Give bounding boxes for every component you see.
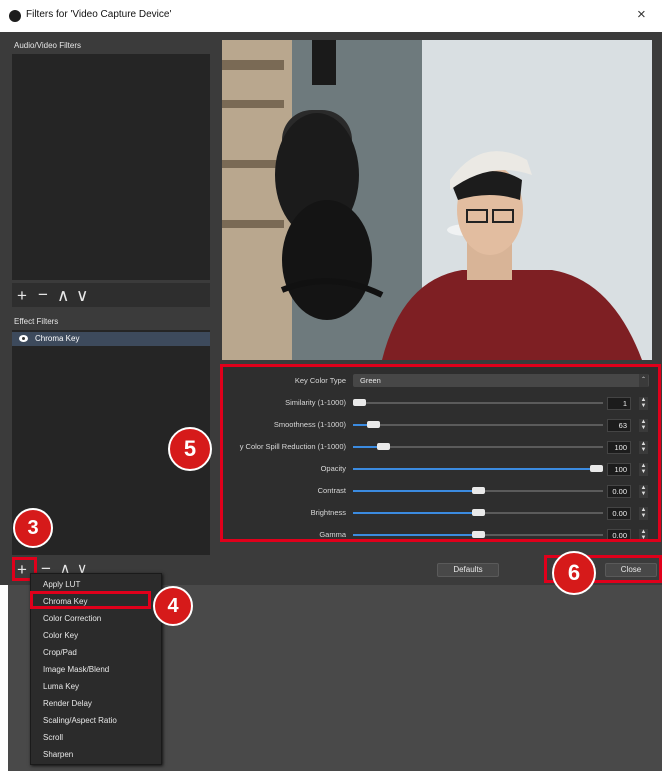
menu-item-crop-pad[interactable]: Crop/Pad: [43, 648, 77, 657]
menu-item-sharpen[interactable]: Sharpen: [43, 750, 73, 759]
menu-item-apply-lut[interactable]: Apply LUT: [43, 580, 80, 589]
webcam-preview-image: [222, 40, 652, 360]
av-filters-label: Audio/Video Filters: [14, 41, 81, 50]
av-remove-icon[interactable]: −: [38, 286, 48, 303]
annotation-badge-3: 3: [13, 508, 53, 548]
menu-item-color-key[interactable]: Color Key: [43, 631, 78, 640]
menu-item-scroll[interactable]: Scroll: [43, 733, 63, 742]
window-close-icon[interactable]: ×: [637, 6, 646, 23]
av-filters-list[interactable]: [12, 54, 210, 280]
av-add-icon[interactable]: +: [17, 287, 27, 304]
annotation-badge-4: 4: [153, 586, 193, 626]
window-title: Filters for 'Video Capture Device': [26, 9, 172, 20]
menu-item-render-delay[interactable]: Render Delay: [43, 699, 92, 708]
menu-item-luma-key[interactable]: Luma Key: [43, 682, 79, 691]
menu-item-image-mask-blend[interactable]: Image Mask/Blend: [43, 665, 109, 674]
background-edge: [0, 585, 8, 771]
highlight-properties: [220, 364, 661, 542]
menu-item-scaling-aspect-ratio[interactable]: Scaling/Aspect Ratio: [43, 716, 117, 725]
effect-filters-label: Effect Filters: [14, 317, 59, 326]
visibility-eye-icon[interactable]: [19, 335, 28, 342]
filter-preview: [222, 40, 652, 360]
av-move-down-icon[interactable]: ∨: [76, 287, 88, 304]
highlight-chroma-key-item: [30, 591, 151, 609]
obs-app-icon: [9, 10, 21, 22]
av-move-up-icon[interactable]: ∧: [57, 287, 69, 304]
defaults-button[interactable]: Defaults: [437, 563, 499, 577]
annotation-badge-5: 5: [168, 427, 212, 471]
menu-item-color-correction[interactable]: Color Correction: [43, 614, 101, 623]
annotation-badge-6: 6: [552, 551, 596, 595]
effect-filter-item-label: Chroma Key: [35, 334, 80, 343]
